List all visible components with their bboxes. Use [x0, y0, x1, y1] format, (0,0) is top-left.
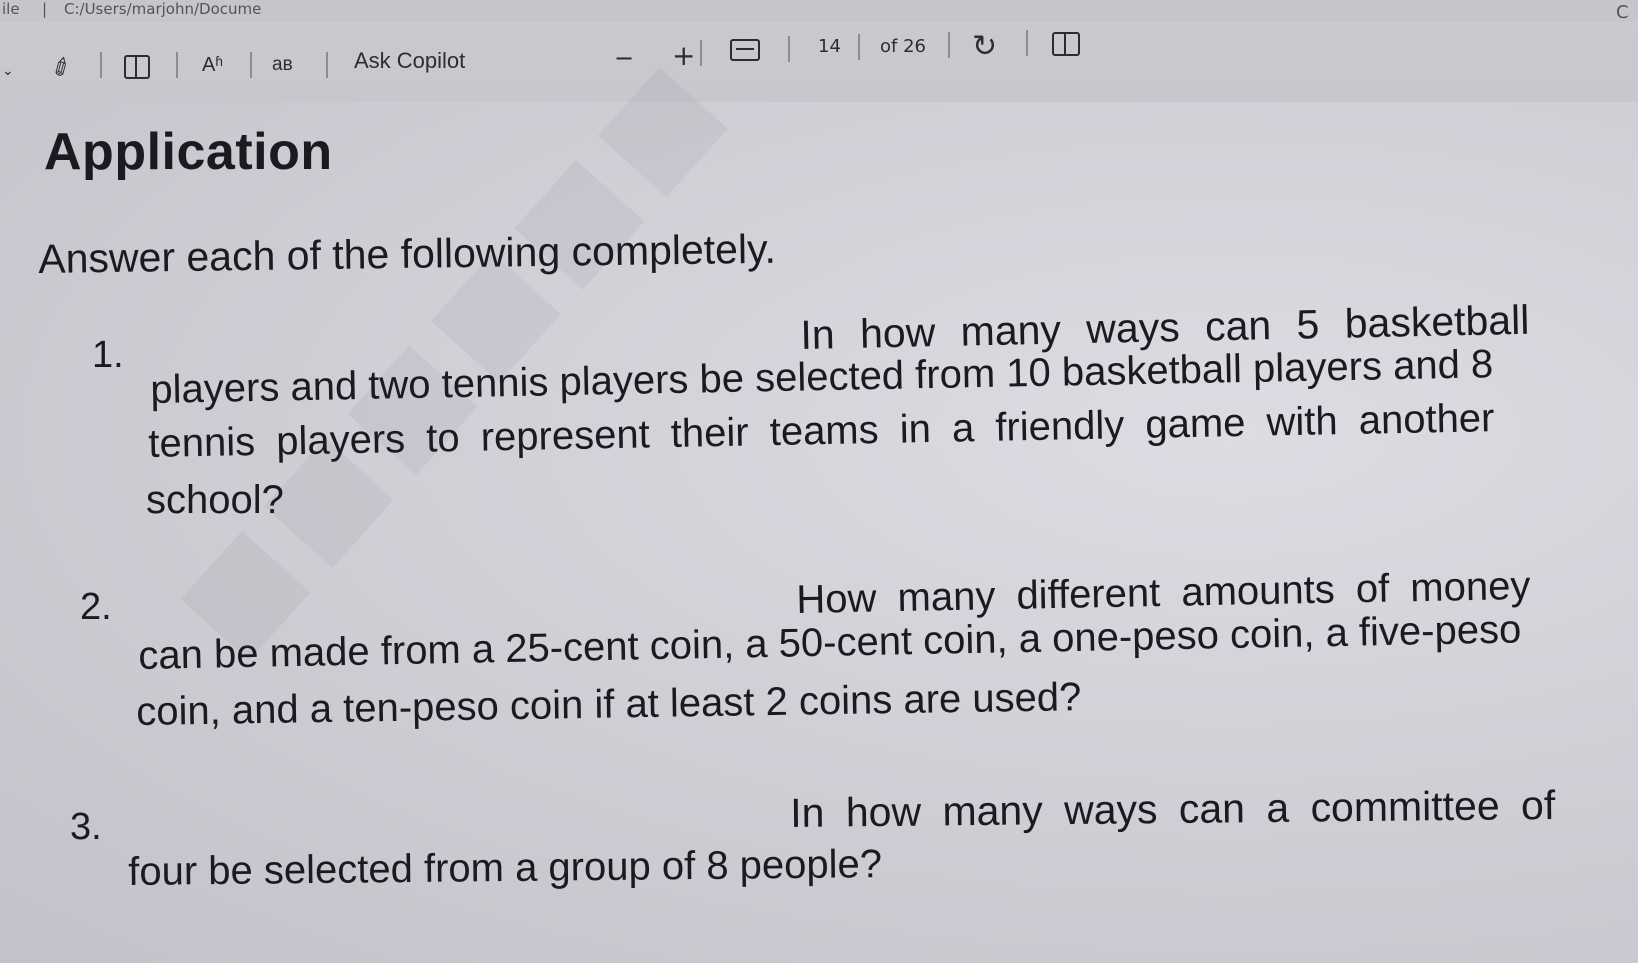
- page-number-input[interactable]: 14: [818, 38, 841, 56]
- read-aloud-button[interactable]: Aʱ: [202, 55, 223, 75]
- page-view-icon[interactable]: [124, 55, 150, 79]
- question-number: 3.: [70, 806, 102, 848]
- draw-icon[interactable]: ✐: [46, 51, 77, 85]
- refresh-icon[interactable]: C: [1616, 2, 1629, 22]
- rotate-icon[interactable]: ↻: [972, 32, 997, 62]
- fit-to-width-icon-arrow: [736, 48, 754, 50]
- file-scheme-label: ile: [2, 0, 20, 18]
- question-line: coin, and a ten-peso coin if at least 2 …: [136, 675, 1082, 734]
- toolbar-divider: [326, 52, 328, 78]
- zoom-out-button[interactable]: −: [614, 46, 634, 70]
- ask-copilot-button[interactable]: Ask Copilot: [354, 50, 465, 72]
- toolbar-divider: [250, 52, 252, 78]
- instructions-text: Answer each of the following completely.: [38, 225, 777, 282]
- toolbar-divider: [948, 32, 950, 58]
- fit-to-width-icon[interactable]: [730, 39, 760, 61]
- address-path[interactable]: C:/Users/marjohn/Docume: [64, 0, 261, 18]
- page-count-label: of 26: [880, 36, 926, 57]
- question-line: school?: [146, 478, 284, 522]
- question-number: 2.: [80, 586, 112, 628]
- toolbar-divider: [176, 52, 178, 78]
- toolbar-divider: [1026, 30, 1028, 56]
- page-view-icon-divider: [135, 57, 137, 77]
- toolbar-divider: [858, 34, 860, 60]
- two-page-view-icon-divider: [1064, 34, 1066, 54]
- toolbar-divider: [700, 40, 702, 66]
- watermark: ■■■■■■: [122, 5, 781, 704]
- toolbar-divider: [788, 36, 790, 62]
- pdf-viewer-window: ile | C:/Users/marjohn/Docume C ⌄ ✐ Aʱ a…: [0, 0, 1638, 963]
- address-bar[interactable]: ile | C:/Users/marjohn/Docume C: [0, 0, 1638, 22]
- translate-button[interactable]: aʙ: [272, 55, 293, 74]
- zoom-in-button[interactable]: +: [672, 42, 695, 70]
- question-line: In how many ways can a committee of: [790, 781, 1556, 836]
- pdf-toolbar: ⌄ ✐ Aʱ aʙ Ask Copilot − + 14 of 26 ↻: [0, 22, 1638, 102]
- two-page-view-icon[interactable]: [1052, 32, 1080, 56]
- page-heading: Application: [44, 123, 333, 181]
- chevron-down-icon[interactable]: ⌄: [2, 64, 14, 78]
- address-separator: |: [42, 0, 48, 18]
- question-number: 1.: [92, 334, 124, 376]
- question-line: four be selected from a group of 8 peopl…: [128, 842, 883, 894]
- toolbar-divider: [100, 52, 102, 78]
